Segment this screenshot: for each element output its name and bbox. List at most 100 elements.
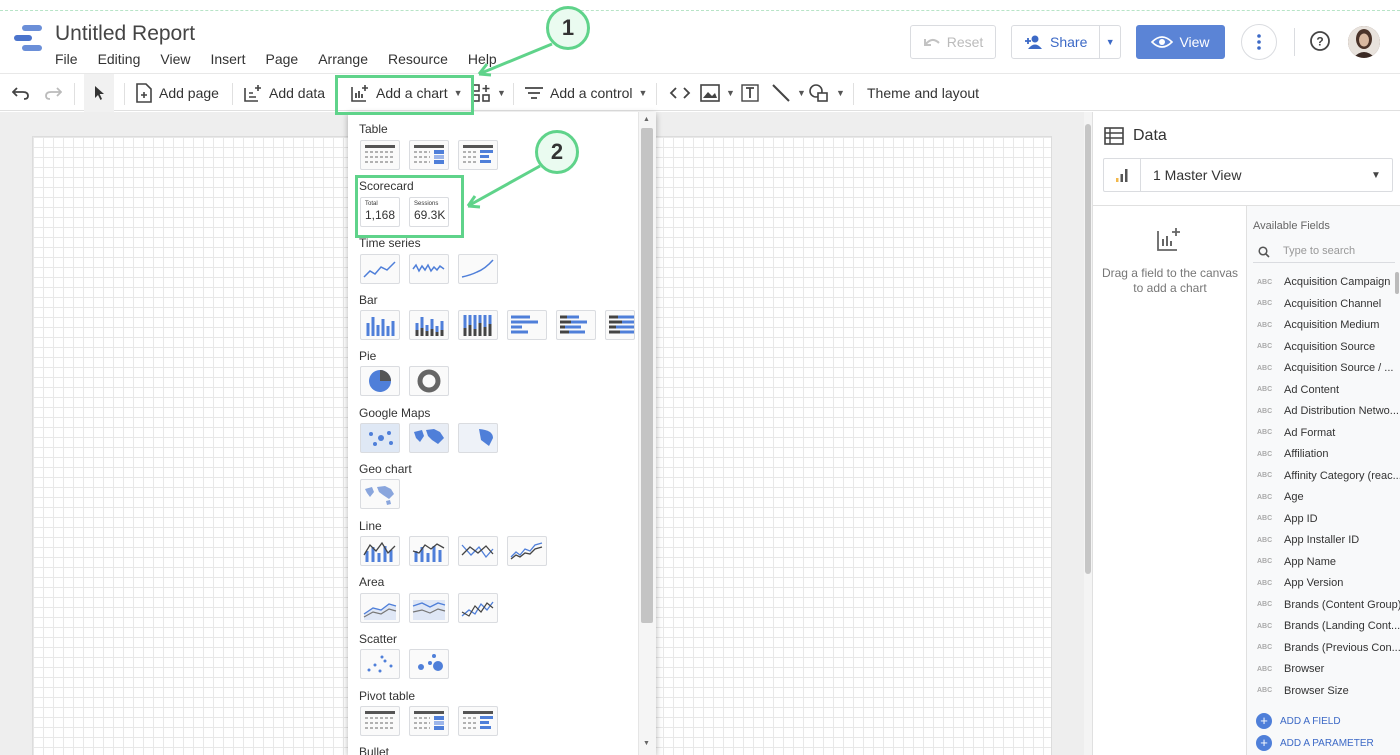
bar-option-1[interactable]	[360, 310, 400, 340]
scroll-down-icon[interactable]: ▼	[643, 740, 650, 747]
text-box-icon[interactable]	[740, 74, 760, 112]
field-item[interactable]: ABC App ID	[1257, 511, 1318, 527]
field-item[interactable]: ABC App Installer ID	[1257, 532, 1359, 548]
table-bars-option[interactable]	[458, 140, 498, 170]
bubble-option[interactable]	[409, 649, 449, 679]
help-icon[interactable]: ?	[1309, 30, 1331, 52]
add-a-control-label: Add a control	[550, 85, 633, 101]
bar-option-2[interactable]	[409, 310, 449, 340]
time-series-option-2[interactable]	[409, 254, 449, 284]
chart-menu-scroll-thumb[interactable]	[641, 128, 653, 623]
pivot-table-option-2[interactable]	[409, 706, 449, 736]
field-item[interactable]: ABC App Name	[1257, 554, 1336, 570]
time-series-option-3[interactable]	[458, 254, 498, 284]
community-viz-button[interactable]: ▼	[471, 74, 506, 112]
field-item[interactable]: ABC Brands (Content Group)	[1257, 597, 1400, 613]
field-item[interactable]: ABC Acquisition Source	[1257, 339, 1375, 355]
bar-option-5[interactable]	[556, 310, 596, 340]
bar-option-6[interactable]	[605, 310, 635, 340]
scroll-up-icon[interactable]: ▲	[643, 116, 650, 123]
data-source-select[interactable]	[1103, 158, 1393, 192]
menu-arrange[interactable]: Arrange	[318, 51, 368, 69]
field-item[interactable]: ABC App Version	[1257, 575, 1343, 591]
field-item[interactable]: ABC Ad Format	[1257, 425, 1335, 441]
field-type-badge: ABC	[1257, 429, 1273, 436]
google-maps-option-1[interactable]	[360, 423, 400, 453]
menu-insert[interactable]: Insert	[210, 51, 245, 69]
add-field-button[interactable]: + ADD A FIELD	[1256, 713, 1341, 729]
bar-option-3[interactable]	[458, 310, 498, 340]
field-label: Brands (Previous Con...	[1284, 641, 1400, 654]
annotation-step-2: 2	[535, 130, 579, 174]
shape-button[interactable]: ▼	[808, 74, 845, 112]
user-avatar[interactable]	[1348, 26, 1380, 58]
field-search-input[interactable]: Type to search	[1253, 241, 1395, 263]
menu-file[interactable]: File	[55, 51, 78, 69]
time-series-option-1[interactable]	[360, 254, 400, 284]
add-a-control-button[interactable]: Add a control ▼	[524, 74, 647, 112]
field-item[interactable]: ABC Acquisition Campaign	[1257, 274, 1390, 290]
field-type-badge: ABC	[1257, 558, 1273, 565]
select-pointer-icon[interactable]	[84, 74, 114, 112]
report-title[interactable]: Untitled Report	[55, 22, 195, 46]
field-item[interactable]: ABC Affinity Category (reac...	[1257, 468, 1400, 484]
field-item[interactable]: ABC Affiliation	[1257, 446, 1328, 462]
fields-scroll-thumb[interactable]	[1395, 272, 1399, 294]
menu-help[interactable]: Help	[468, 51, 497, 69]
more-options-icon[interactable]	[1241, 24, 1277, 60]
line-option-4[interactable]	[507, 536, 547, 566]
share-dropdown-icon[interactable]: ▼	[1100, 37, 1120, 47]
image-button[interactable]: ▼	[700, 74, 735, 112]
bar-option-4[interactable]	[507, 310, 547, 340]
add-parameter-button[interactable]: + ADD A PARAMETER	[1256, 735, 1374, 751]
pivot-table-option-1[interactable]	[360, 706, 400, 736]
filter-control-icon	[525, 87, 543, 99]
field-search-placeholder: Type to search	[1283, 245, 1356, 257]
field-item[interactable]: ABC Brands (Landing Cont...	[1257, 618, 1400, 634]
section-pivot-table: Pivot table	[359, 689, 416, 703]
table-chart-option[interactable]	[360, 140, 400, 170]
field-item[interactable]: ABC Acquisition Source / ...	[1257, 360, 1393, 376]
google-maps-option-3[interactable]	[458, 423, 498, 453]
reset-button[interactable]: Reset	[910, 25, 996, 59]
theme-and-layout-button[interactable]: Theme and layout	[867, 74, 979, 112]
view-button[interactable]: View	[1136, 25, 1225, 59]
redo-icon[interactable]	[44, 74, 62, 112]
line-option-1[interactable]	[360, 536, 400, 566]
field-item[interactable]: ABC Age	[1257, 489, 1304, 505]
line-button[interactable]: ▼	[771, 74, 806, 112]
share-button[interactable]: Share ▼	[1011, 25, 1121, 59]
field-item[interactable]: ABC Ad Distribution Netwo...	[1257, 403, 1399, 419]
table-heatmap-option[interactable]	[409, 140, 449, 170]
field-item[interactable]: ABC Browser	[1257, 661, 1324, 677]
geo-chart-option[interactable]	[360, 479, 400, 509]
pivot-table-option-3[interactable]	[458, 706, 498, 736]
menu-view[interactable]: View	[160, 51, 190, 69]
menu-editing[interactable]: Editing	[98, 51, 141, 69]
add-page-button[interactable]: Add page	[135, 74, 219, 112]
canvas-scrollbar[interactable]	[1084, 112, 1092, 755]
area-option-2[interactable]	[409, 593, 449, 623]
embed-url-icon[interactable]	[669, 74, 691, 112]
data-source-dropdown-icon[interactable]: ▼	[1371, 170, 1381, 181]
field-item[interactable]: ABC Ad Content	[1257, 382, 1339, 398]
field-item[interactable]: ABC Browser Size	[1257, 683, 1349, 699]
add-data-button[interactable]: Add data	[243, 74, 325, 112]
area-option-1[interactable]	[360, 593, 400, 623]
donut-option[interactable]	[409, 366, 449, 396]
undo-icon[interactable]	[12, 74, 30, 112]
google-maps-option-2[interactable]	[409, 423, 449, 453]
line-option-2[interactable]	[409, 536, 449, 566]
data-studio-logo-icon[interactable]	[14, 24, 44, 52]
scatter-option-1[interactable]	[360, 649, 400, 679]
menu-resource[interactable]: Resource	[388, 51, 448, 69]
pie-option[interactable]	[360, 366, 400, 396]
share-main[interactable]: Share	[1012, 26, 1101, 58]
field-item[interactable]: ABC Acquisition Medium	[1257, 317, 1379, 333]
field-item[interactable]: ABC Brands (Previous Con...	[1257, 640, 1400, 656]
add-data-icon	[244, 85, 261, 102]
area-option-3[interactable]	[458, 593, 498, 623]
menu-page[interactable]: Page	[265, 51, 298, 69]
field-item[interactable]: ABC Acquisition Channel	[1257, 296, 1381, 312]
line-option-3[interactable]	[458, 536, 498, 566]
